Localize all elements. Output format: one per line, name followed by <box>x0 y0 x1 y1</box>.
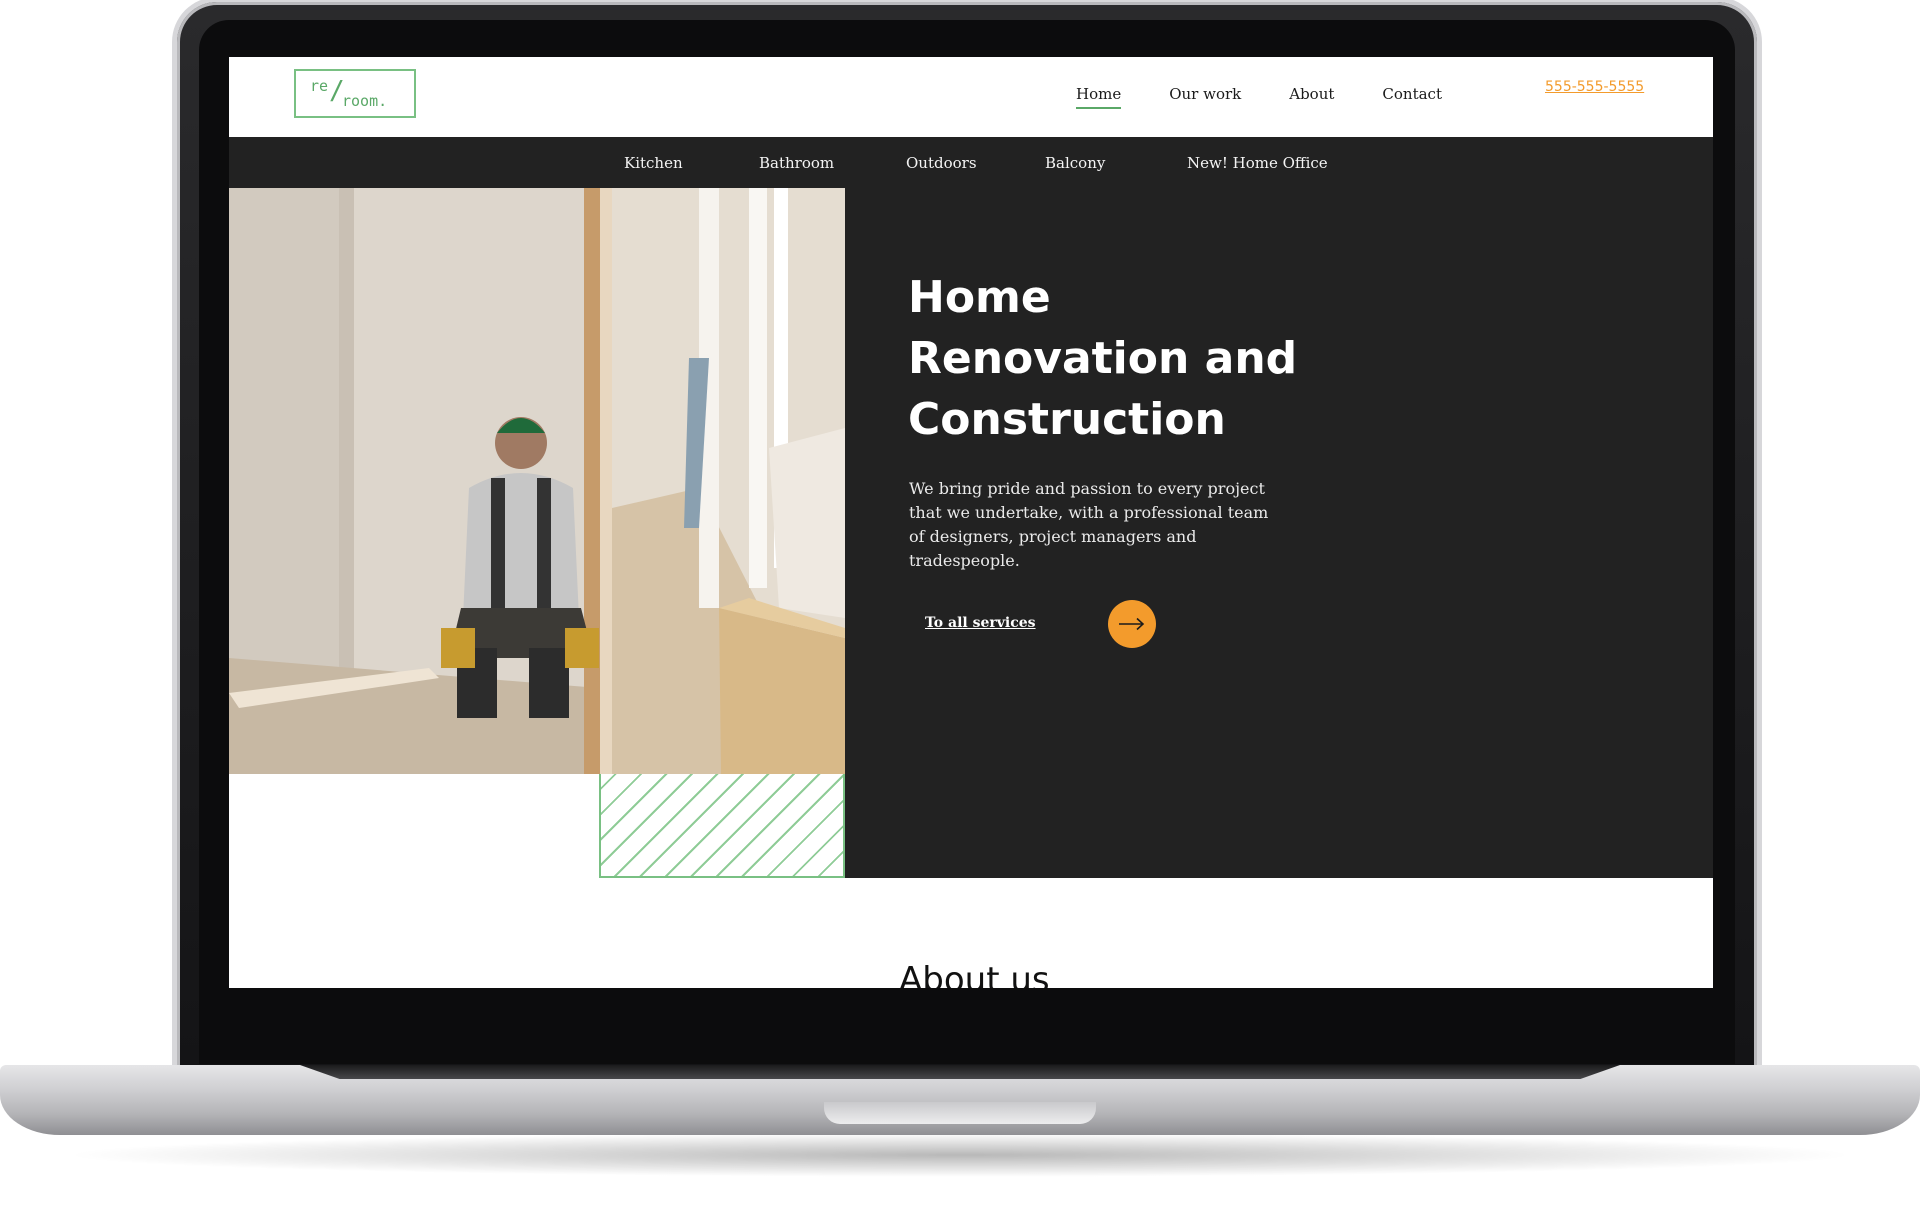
subnav-kitchen[interactable]: Kitchen <box>624 154 683 172</box>
all-services-button[interactable] <box>1108 600 1156 648</box>
logo-text-re: re <box>310 77 329 95</box>
website-screen: re / room. Home Our work About Contact 5… <box>229 57 1713 988</box>
nav-contact[interactable]: Contact <box>1382 85 1442 109</box>
about-us-heading: About us <box>899 960 1050 988</box>
subnav-home-office[interactable]: New! Home Office <box>1187 154 1328 172</box>
nav-about[interactable]: About <box>1289 85 1334 109</box>
hatched-decoration <box>599 774 845 878</box>
subnav-bathroom[interactable]: Bathroom <box>759 154 834 172</box>
hero-title-line-2: Renovation and <box>908 333 1298 384</box>
laptop-notch <box>824 1102 1096 1124</box>
service-subnav: Kitchen Bathroom Outdoors Balcony New! H… <box>229 137 1713 188</box>
hero-title-line-1: Home <box>908 272 1051 323</box>
laptop-shadow <box>60 1133 1860 1177</box>
main-navigation: Home Our work About Contact <box>1076 57 1490 137</box>
hero-title: Home Renovation and Construction <box>908 267 1328 450</box>
subnav-balcony[interactable]: Balcony <box>1045 154 1105 172</box>
nav-home[interactable]: Home <box>1076 85 1122 109</box>
nav-our-work[interactable]: Our work <box>1169 85 1241 109</box>
photo-illustration <box>229 188 845 774</box>
construction-worker-photo <box>229 188 845 774</box>
all-services-link[interactable]: To all services <box>925 615 1036 631</box>
hero-description: We bring pride and passion to every proj… <box>909 479 1269 570</box>
arrow-right-icon <box>1119 617 1145 631</box>
site-header: re / room. Home Our work About Contact 5… <box>229 57 1713 137</box>
reroom-logo[interactable]: re / room. <box>294 69 416 118</box>
hero-title-line-3: Construction <box>908 394 1226 445</box>
phone-link[interactable]: 555-555-5555 <box>1545 79 1644 95</box>
subnav-outdoors[interactable]: Outdoors <box>906 154 977 172</box>
logo-text-room: room. <box>342 92 388 110</box>
laptop-hinge <box>300 1065 1620 1079</box>
